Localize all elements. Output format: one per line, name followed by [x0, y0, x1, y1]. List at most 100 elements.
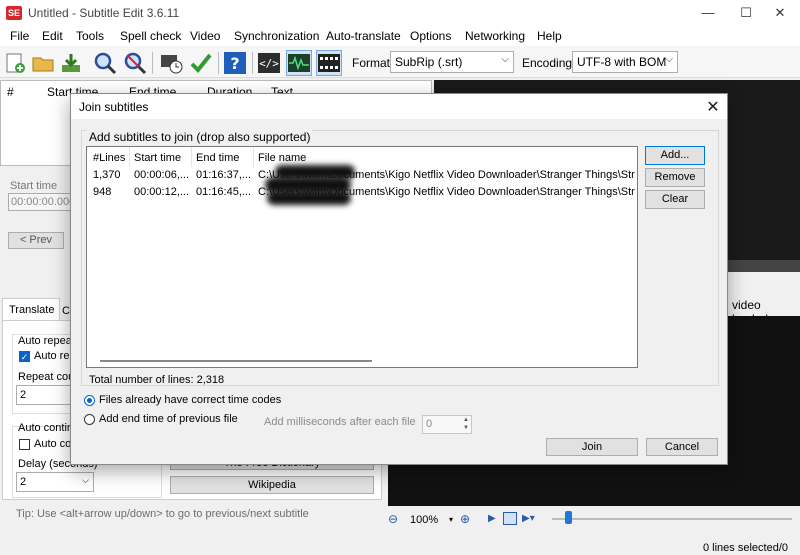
close-window-button[interactable]: ✕ — [762, 2, 798, 24]
spin-up-icon[interactable]: ▲ — [463, 417, 469, 423]
menu-video[interactable]: Video — [190, 29, 220, 43]
start-time-label: Start time — [10, 180, 58, 192]
join-subtitles-dialog: Join subtitles ✕ Add subtitles to join (… — [70, 93, 728, 465]
svg-text:?: ? — [230, 54, 239, 73]
row-start: 00:00:06,... — [134, 169, 190, 181]
redaction-mark — [267, 191, 351, 205]
ms-after-label: Add milliseconds after each file — [264, 416, 416, 428]
encoding-value: UTF-8 with BOM — [577, 55, 667, 69]
menu-auto-translate[interactable]: Auto-translate — [326, 29, 401, 43]
auto-repeat-checkbox[interactable]: ✓ — [19, 351, 30, 362]
zoom-level[interactable]: 100% — [410, 514, 438, 526]
chevron-down-icon: ⌵ — [665, 54, 673, 65]
radio-correct-time-codes[interactable] — [84, 395, 95, 406]
row-end: 01:16:45,... — [196, 186, 252, 198]
wikipedia-button[interactable]: Wikipedia — [170, 476, 374, 494]
auto-continue-checkbox[interactable] — [19, 439, 30, 450]
total-lines-text: Total number of lines: 2,318 — [89, 374, 225, 386]
menu-file[interactable]: File — [10, 29, 29, 43]
menu-edit[interactable]: Edit — [42, 29, 63, 43]
auto-repeat-title: Auto repea — [18, 335, 72, 347]
add-button[interactable]: Add... — [645, 146, 705, 165]
chevron-down-icon: ⌵ — [82, 475, 89, 485]
cancel-button[interactable]: Cancel — [646, 438, 718, 456]
minimize-button[interactable]: — — [690, 2, 726, 24]
menu-bar: File Edit Tools Spell check Video Synchr… — [0, 26, 800, 46]
position-slider-track[interactable] — [552, 518, 792, 520]
source-view-icon[interactable]: </> — [256, 50, 282, 76]
auto-continue-title: Auto contin — [18, 422, 74, 434]
menu-tools[interactable]: Tools — [76, 29, 104, 43]
window-title: Untitled - Subtitle Edit 3.6.11 — [28, 6, 180, 20]
encoding-label: Encoding — [522, 56, 573, 70]
col-header-file-name[interactable]: File name — [258, 152, 306, 164]
repeat-count-value: 2 — [20, 389, 27, 401]
dialog-title-bar — [71, 94, 727, 119]
waveform-toggle-icon[interactable] — [286, 50, 312, 76]
search-icon[interactable] — [92, 50, 118, 76]
menu-help[interactable]: Help — [537, 29, 562, 43]
help-icon[interactable]: ? — [222, 50, 248, 76]
remove-button[interactable]: Remove — [645, 168, 705, 187]
next-icon[interactable]: ▶▾ — [522, 513, 535, 524]
format-label: Format — [352, 56, 391, 70]
grid-header-number[interactable]: # — [7, 85, 14, 99]
radio-correct-time-codes-label[interactable]: Files already have correct time codes — [99, 394, 281, 406]
app-logo-icon: SE — [6, 6, 22, 20]
col-header-lines[interactable]: #Lines — [93, 152, 125, 164]
toolbar: ? </> Format SubRip (.srt) ⌵ Encoding UT… — [0, 46, 800, 78]
zoom-out-icon[interactable]: ⊖ — [388, 512, 404, 528]
dialog-title: Join subtitles — [79, 100, 149, 114]
svg-text:</>: </> — [259, 57, 279, 70]
menu-spell-check[interactable]: Spell check — [120, 29, 181, 43]
col-header-start-time[interactable]: Start time — [134, 152, 181, 164]
prev-button[interactable]: < Prev — [8, 232, 64, 249]
table-row[interactable]: 1,370 00:00:06,... 01:16:37,... C:\Users… — [87, 167, 637, 184]
open-folder-icon[interactable] — [30, 50, 56, 76]
download-icon[interactable] — [58, 50, 84, 76]
spell-check-icon[interactable] — [188, 50, 214, 76]
row-start: 00:00:12,... — [134, 186, 190, 198]
format-select[interactable]: SubRip (.srt) ⌵ — [390, 51, 514, 73]
visual-sync-icon[interactable] — [158, 50, 184, 76]
auto-repeat-check-label: Auto re — [34, 350, 70, 362]
col-header-end-time[interactable]: End time — [196, 152, 239, 164]
play-icon[interactable]: ▶ — [488, 513, 496, 524]
menu-synchronization[interactable]: Synchronization — [234, 29, 319, 43]
row-lines: 948 — [93, 186, 112, 198]
ms-after-spinner[interactable]: 0 ▲ ▼ — [422, 415, 472, 434]
lines-selected-status: 0 lines selected/0 — [703, 542, 788, 554]
grid-view-icon[interactable] — [503, 512, 517, 525]
delay-select[interactable]: 2 ⌵ — [16, 472, 94, 492]
delay-value: 2 — [20, 476, 27, 488]
maximize-button[interactable]: ☐ — [728, 2, 764, 24]
format-value: SubRip (.srt) — [395, 55, 463, 69]
menu-networking[interactable]: Networking — [465, 29, 525, 43]
table-row[interactable]: 948 00:00:12,... 01:16:45,... C:\Users\w… — [87, 184, 637, 201]
position-slider-thumb[interactable] — [565, 511, 572, 524]
spin-down-icon[interactable]: ▼ — [463, 425, 469, 431]
start-time-input[interactable]: 00:00:00.000 — [8, 193, 72, 211]
horizontal-scrollbar[interactable] — [100, 360, 372, 362]
radio-add-end-time-label[interactable]: Add end time of previous file — [99, 413, 238, 425]
tip-text: Tip: Use <alt+arrow up/down> to go to pr… — [16, 508, 309, 520]
replace-icon[interactable] — [122, 50, 148, 76]
chevron-down-icon: ⌵ — [501, 54, 509, 65]
tab-translate[interactable]: Translate — [2, 298, 60, 320]
zoom-dropdown-icon[interactable]: ▾ — [449, 515, 453, 524]
zoom-in-icon[interactable]: ⊕ — [460, 512, 470, 526]
encoding-select[interactable]: UTF-8 with BOM ⌵ — [572, 51, 678, 73]
join-group-title: Add subtitles to join (drop also support… — [87, 130, 313, 144]
status-bar — [0, 540, 800, 555]
join-button[interactable]: Join — [546, 438, 638, 456]
ms-after-value: 0 — [426, 418, 433, 430]
files-listview[interactable]: #Lines Start time End time File name 1,3… — [86, 146, 638, 368]
new-file-icon[interactable] — [2, 50, 28, 76]
repeat-count-label: Repeat cou — [18, 371, 75, 383]
row-end: 01:16:37,... — [196, 169, 252, 181]
clear-button[interactable]: Clear — [645, 190, 705, 209]
close-icon[interactable]: ✕ — [703, 97, 723, 117]
video-toggle-icon[interactable] — [316, 50, 342, 76]
menu-options[interactable]: Options — [410, 29, 451, 43]
radio-add-end-time[interactable] — [84, 414, 95, 425]
